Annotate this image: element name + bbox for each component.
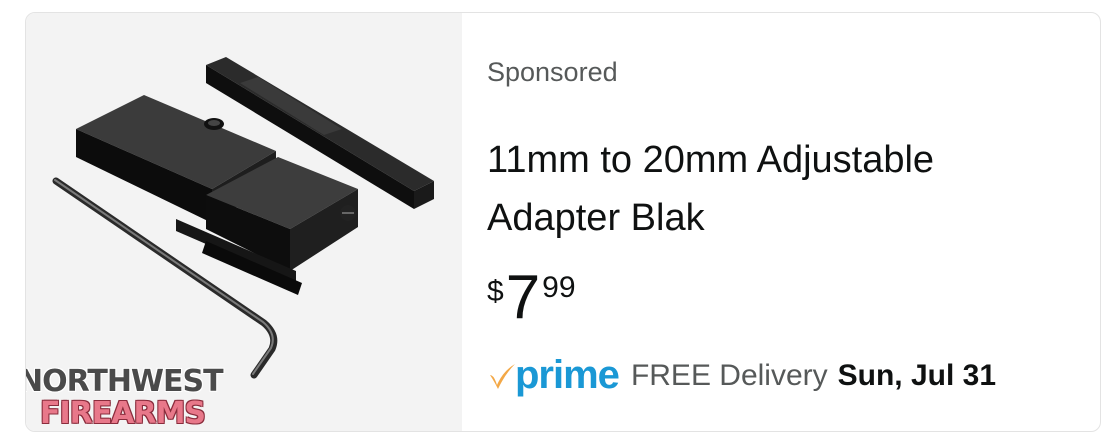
- product-info: Sponsored 11mm to 20mm Adjustable Adapte…: [487, 13, 1087, 431]
- watermark-line1: NORTHWEST: [25, 364, 224, 399]
- watermark-logo: NORTHWEST FIREARMS: [25, 364, 224, 431]
- sponsored-label: Sponsored: [487, 57, 618, 87]
- price-whole: 7: [505, 263, 541, 332]
- prime-label: prime: [515, 353, 620, 397]
- delivery-info: prime FREE Delivery Sun, Jul 31: [487, 353, 996, 398]
- price-currency-symbol: $: [487, 275, 504, 308]
- delivery-date: Sun, Jul 31: [837, 358, 997, 392]
- price-fraction: 99: [542, 271, 576, 304]
- watermark-line2: FIREARMS: [40, 396, 206, 431]
- free-delivery-label: FREE Delivery: [630, 358, 828, 392]
- product-price: $ 7 99: [487, 267, 576, 329]
- product-title[interactable]: 11mm to 20mm Adjustable Adapter Blak: [487, 131, 1067, 247]
- product-image-pane[interactable]: NORTHWEST FIREARMS: [26, 13, 462, 431]
- checkmark-swoosh-icon: [490, 363, 515, 389]
- product-card[interactable]: NORTHWEST FIREARMS Sponsored 11mm to 20m…: [25, 12, 1101, 432]
- prime-logo: prime: [487, 353, 620, 398]
